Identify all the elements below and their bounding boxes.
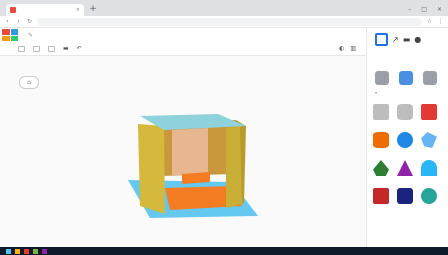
duplicate-icon[interactable] xyxy=(48,45,55,52)
app-icon[interactable] xyxy=(33,248,38,254)
align-icon[interactable]: ▥ xyxy=(350,45,356,52)
shape-category-tabs xyxy=(367,66,448,90)
bookmark-star-icon[interactable]: ☆ xyxy=(426,18,433,25)
cone-icon[interactable] xyxy=(397,160,413,176)
address-bar: ‹ › ↻ ☆ ⋮ xyxy=(0,16,448,28)
shape-library-dropdown[interactable]: ▾ xyxy=(375,90,377,95)
app-icon[interactable] xyxy=(42,248,47,254)
torus-icon[interactable] xyxy=(421,188,437,204)
person-icon[interactable]: ● xyxy=(414,35,421,44)
browser-tab[interactable]: × xyxy=(6,4,84,16)
ruler-tab[interactable] xyxy=(399,71,413,85)
close-tab-icon[interactable]: × xyxy=(76,7,80,13)
basic-shapes-tab[interactable] xyxy=(375,71,389,85)
right-wall-front xyxy=(226,126,242,208)
browser-menu-icon[interactable]: ⋮ xyxy=(437,18,444,25)
roof-icon[interactable] xyxy=(373,160,389,176)
design-settings-icon[interactable]: ✎ xyxy=(28,32,33,39)
minimize-button[interactable]: – xyxy=(408,6,411,13)
tinkercad-logo-icon[interactable] xyxy=(2,29,18,41)
cylinder-icon[interactable] xyxy=(373,132,389,148)
copy-icon[interactable] xyxy=(18,45,25,52)
polygon-icon[interactable] xyxy=(397,188,413,204)
box-hole-icon[interactable] xyxy=(373,104,389,120)
box-view-icon[interactable] xyxy=(375,32,388,46)
back-wall-inner xyxy=(172,128,208,176)
chrome-icon[interactable] xyxy=(24,248,29,254)
paste-icon[interactable] xyxy=(33,45,40,52)
undo-icon[interactable]: ↶ xyxy=(77,45,82,52)
start-icon[interactable] xyxy=(6,248,11,254)
reload-icon[interactable]: ↻ xyxy=(26,18,33,25)
url-field[interactable] xyxy=(37,17,422,26)
shape-grid xyxy=(373,104,448,204)
new-tab-button[interactable]: + xyxy=(88,5,98,15)
view-toolbar: ↗ ▬ ● xyxy=(367,28,448,50)
monitor-icon[interactable]: ▬ xyxy=(403,35,411,44)
scribble-icon[interactable] xyxy=(421,132,437,148)
box-icon[interactable] xyxy=(421,104,437,120)
trash-icon[interactable]: ▬ xyxy=(63,45,69,52)
shapes-panel: ↗ ▬ ● ▾ xyxy=(366,28,448,247)
workspace-viewport[interactable]: ⌂ xyxy=(0,56,366,247)
browser-tab-strip: × + – □ × xyxy=(0,0,448,16)
forward-icon[interactable]: › xyxy=(15,18,22,25)
left-wall xyxy=(138,124,165,214)
close-window-button[interactable]: × xyxy=(437,6,442,13)
window-controls: – □ × xyxy=(408,6,448,16)
pointer-icon[interactable]: ↗ xyxy=(392,35,399,44)
back-icon[interactable]: ‹ xyxy=(4,18,11,25)
light-bulb-icon[interactable]: ◐ xyxy=(339,45,344,52)
sphere-icon[interactable] xyxy=(397,132,413,148)
tinkercad-favicon-icon xyxy=(10,7,16,13)
notes-tab[interactable] xyxy=(423,71,437,85)
round-roof-icon[interactable] xyxy=(421,160,437,176)
cylinder-hole-icon[interactable] xyxy=(397,104,413,120)
inner-floor xyxy=(182,172,210,184)
3d-model-scene xyxy=(128,114,258,218)
maximize-button[interactable]: □ xyxy=(421,6,427,13)
os-taskbar xyxy=(0,247,448,255)
text-shape-icon[interactable] xyxy=(373,188,389,204)
edit-toolbar: ▬ ↶ ◐ ▥ xyxy=(0,42,366,56)
folder-icon[interactable] xyxy=(15,248,20,254)
